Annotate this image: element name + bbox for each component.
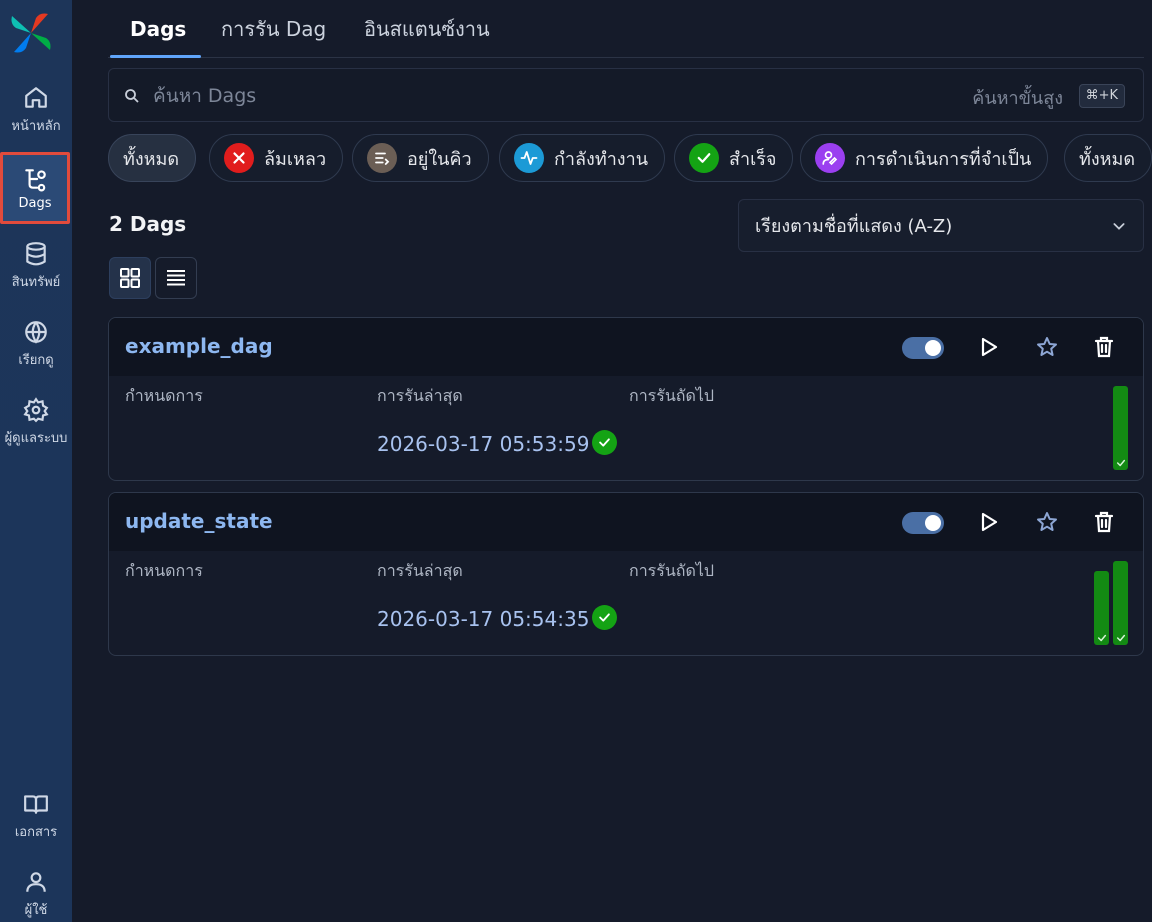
sidebar-item-admin[interactable]: ผู้ดูแลระบบ — [0, 386, 72, 458]
search-input[interactable] — [153, 79, 913, 113]
tab-bar: Dags การรัน Dag อินสแตนซ์งาน — [108, 0, 1144, 58]
search-bar: ค้นหาขั้นสูง ⌘+K — [108, 68, 1144, 122]
delete-dag-button[interactable] — [1092, 510, 1116, 534]
delete-dag-button[interactable] — [1092, 335, 1116, 359]
sidebar-item-label: หน้าหลัก — [11, 118, 61, 134]
database-icon — [26, 241, 46, 265]
dag-run-bar[interactable] — [1113, 386, 1128, 470]
latest-run-label: การรันล่าสุด — [377, 386, 463, 405]
search-icon — [125, 89, 139, 103]
x-icon — [224, 143, 254, 173]
dag-count: 2 Dags — [109, 212, 187, 236]
check-icon — [1097, 634, 1106, 642]
sidebar-item-user[interactable]: ผู้ใช้ — [0, 858, 72, 922]
filter-label: การดำเนินการที่จำเป็น — [855, 148, 1032, 170]
sidebar: หน้าหลัก Dags สินทรัพย์ เรียกดู ผู้ดูแลร… — [0, 0, 72, 922]
globe-icon — [25, 320, 47, 344]
list-icon — [167, 270, 185, 286]
next-run-label: การรันถัดไป — [629, 386, 715, 405]
tab-dag-runs[interactable]: การรัน Dag — [221, 0, 326, 58]
queue-icon — [367, 143, 397, 173]
filter-label: อยู่ในคิว — [407, 148, 472, 170]
latest-run-date[interactable]: 2026-03-17 05:54:35 — [377, 607, 589, 631]
filter-label: ล้มเหลว — [264, 148, 327, 170]
filter-action-required[interactable]: การดำเนินการที่จำเป็น — [800, 134, 1049, 182]
filter-all-secondary[interactable]: ทั้งหมด — [1064, 134, 1152, 182]
sidebar-item-assets[interactable]: สินทรัพย์ — [0, 230, 72, 302]
star-icon — [1037, 512, 1057, 531]
check-icon — [1116, 459, 1125, 467]
dag-run-bar[interactable] — [1113, 561, 1128, 645]
filter-label: ทั้งหมด — [1079, 148, 1136, 170]
success-status-icon — [592, 430, 617, 455]
success-status-icon — [592, 605, 617, 630]
card-view-button[interactable] — [109, 257, 151, 299]
filter-label: กำลังทำงาน — [554, 148, 648, 170]
play-icon — [981, 337, 998, 357]
dag-card-header: example_dag — [109, 318, 1143, 376]
tab-dags[interactable]: Dags — [130, 0, 186, 58]
trash-icon — [1094, 336, 1114, 358]
book-icon — [24, 794, 48, 814]
tab-task-instances[interactable]: อินสแตนซ์งาน — [364, 0, 490, 58]
sidebar-item-label: ผู้ใช้ — [24, 902, 48, 918]
star-icon — [1037, 337, 1057, 356]
filter-label: สำเร็จ — [729, 148, 777, 170]
dag-card: example_dag กำหนดการ การรันล่าสุด การรัน… — [108, 317, 1144, 481]
filter-success[interactable]: สำเร็จ — [674, 134, 794, 182]
play-icon — [981, 512, 998, 532]
active-tab-indicator — [110, 55, 201, 58]
chevron-down-icon — [1113, 223, 1125, 230]
dags-icon — [25, 168, 46, 191]
filter-failed[interactable]: ล้มเหลว — [209, 134, 344, 182]
activity-icon — [514, 143, 544, 173]
toggle-knob — [925, 340, 941, 356]
home-icon — [25, 86, 47, 108]
sort-select[interactable]: เรียงตามชื่อที่แสดง (A-Z) — [738, 199, 1144, 252]
advanced-search-link[interactable]: ค้นหาขั้นสูง — [972, 83, 1063, 112]
sidebar-item-browse[interactable]: เรียกดู — [0, 308, 72, 380]
toggle-knob — [925, 515, 941, 531]
favorite-button[interactable] — [1035, 335, 1059, 359]
schedule-label: กำหนดการ — [125, 561, 203, 580]
favorite-button[interactable] — [1035, 510, 1059, 534]
latest-run-date[interactable]: 2026-03-17 05:53:59 — [377, 432, 589, 456]
keyboard-shortcut-badge: ⌘+K — [1078, 84, 1125, 108]
airflow-logo[interactable] — [8, 10, 54, 56]
dag-name-link[interactable]: update_state — [125, 509, 273, 533]
sidebar-item-label: เรียกดู — [18, 352, 54, 368]
table-view-button[interactable] — [155, 257, 197, 299]
user-action-icon — [815, 143, 845, 173]
check-icon — [1116, 634, 1125, 642]
check-icon — [689, 143, 719, 173]
dag-card: update_state กำหนดการ การรันล่าสุด การรั… — [108, 492, 1144, 656]
schedule-label: กำหนดการ — [125, 386, 203, 405]
sidebar-item-label: Dags — [18, 195, 52, 211]
filter-label: ทั้งหมด — [123, 148, 180, 170]
dag-run-bar[interactable] — [1094, 571, 1109, 645]
filter-all[interactable]: ทั้งหมด — [108, 134, 197, 182]
sidebar-item-label: เอกสาร — [14, 824, 58, 840]
dag-pause-toggle[interactable] — [902, 337, 944, 359]
trigger-dag-button[interactable] — [977, 335, 1001, 359]
sidebar-item-docs[interactable]: เอกสาร — [0, 780, 72, 852]
filter-running[interactable]: กำลังทำงาน — [499, 134, 665, 182]
trash-icon — [1094, 511, 1114, 533]
trigger-dag-button[interactable] — [977, 510, 1001, 534]
sidebar-item-label: สินทรัพย์ — [11, 274, 61, 290]
grid-icon — [120, 268, 140, 288]
dag-name-link[interactable]: example_dag — [125, 334, 273, 358]
sort-label: เรียงตามชื่อที่แสดง (A-Z) — [755, 216, 953, 237]
dag-card-header: update_state — [109, 493, 1143, 551]
user-icon — [26, 871, 46, 892]
latest-run-label: การรันล่าสุด — [377, 561, 463, 580]
gear-icon — [23, 396, 49, 422]
sidebar-item-dags[interactable]: Dags — [0, 152, 70, 224]
dag-pause-toggle[interactable] — [902, 512, 944, 534]
next-run-label: การรันถัดไป — [629, 561, 715, 580]
sidebar-item-label: ผู้ดูแลระบบ — [4, 430, 68, 446]
filter-queued[interactable]: อยู่ในคิว — [352, 134, 489, 182]
sidebar-item-home[interactable]: หน้าหลัก — [0, 74, 72, 146]
